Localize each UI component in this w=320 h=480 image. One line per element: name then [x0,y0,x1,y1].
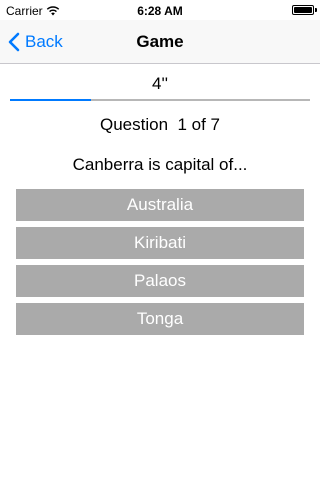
back-button-label: Back [25,32,63,51]
answer-button-palaos[interactable]: Palaos [16,265,304,297]
question-counter: Question 1 of 7 [99,115,221,134]
status-time: 6:28 AM [137,4,183,18]
battery-icon [292,5,317,15]
back-button[interactable]: Back [8,20,63,64]
battery-level [294,7,312,13]
chevron-left-icon [8,32,20,52]
time-progress-fill [10,99,91,101]
answer-button-australia[interactable]: Australia [16,189,304,221]
time-progress-bar [10,99,310,101]
answer-button-kiribati[interactable]: Kiribati [16,227,304,259]
navigation-bar: Game Back [0,20,320,64]
answer-list: Australia Kiribati Palaos Tonga [16,189,304,335]
question-text: Canberra is capital of... [72,155,248,174]
status-bar: Carrier 6:28 AM [0,0,320,20]
countdown-timer: 4'' [152,74,168,93]
answer-button-tonga[interactable]: Tonga [16,303,304,335]
